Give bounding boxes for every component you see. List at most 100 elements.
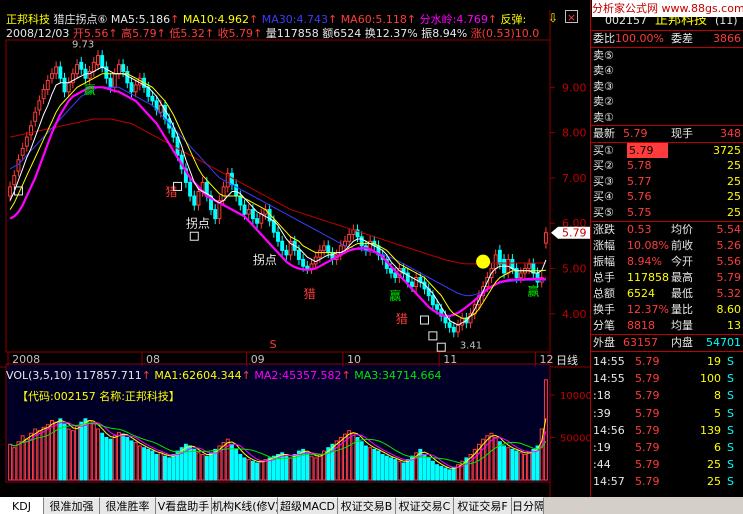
volume-bar bbox=[514, 450, 519, 481]
price-tick-label: 4.00 bbox=[562, 308, 587, 321]
candle-body bbox=[8, 186, 13, 197]
weicha-label: 委差 bbox=[671, 32, 693, 45]
bid-price: 5.75 bbox=[627, 205, 652, 219]
candle-body bbox=[309, 263, 314, 269]
volume-bar bbox=[405, 459, 410, 481]
volume-bar bbox=[150, 450, 155, 481]
candle-body bbox=[435, 304, 440, 310]
candle-body bbox=[196, 190, 201, 206]
tab-8[interactable]: 权证交易F bbox=[454, 497, 512, 514]
volume-bar bbox=[401, 462, 406, 481]
waipan-row: 外盘 63157 内盘 54701 bbox=[593, 335, 743, 350]
weibi-row: 委比 100.00% 委差 3866 bbox=[593, 31, 743, 46]
price-tick-label: 5.00 bbox=[562, 262, 587, 275]
candle-body bbox=[137, 77, 142, 86]
divider bbox=[591, 351, 743, 352]
candle-body bbox=[116, 64, 121, 75]
candle-body bbox=[20, 147, 25, 156]
square-marker bbox=[189, 231, 199, 241]
candle-body bbox=[322, 245, 327, 251]
tick-time: 14:57 bbox=[593, 475, 625, 489]
volume-bar bbox=[87, 420, 92, 481]
volume-bar bbox=[200, 454, 205, 481]
bid-volume: 3725 bbox=[713, 144, 741, 157]
tab-2[interactable]: 很准胜率 bbox=[100, 497, 156, 514]
volume-bar bbox=[158, 452, 163, 481]
volume-bar bbox=[527, 451, 532, 481]
bid-price: 5.77 bbox=[627, 174, 652, 188]
win-marker: 赢 bbox=[389, 288, 401, 303]
volume-bar bbox=[531, 448, 536, 481]
stat-label: 分笔 bbox=[593, 319, 615, 332]
volume-bar bbox=[234, 448, 239, 481]
stat-value: 10.08% bbox=[627, 239, 669, 252]
volume-bar bbox=[24, 438, 29, 481]
volume-bar bbox=[104, 437, 109, 481]
tick-volume: 139 bbox=[700, 423, 721, 437]
tab-9[interactable]: 日分隔线 bbox=[512, 497, 544, 514]
volume-bar bbox=[543, 379, 548, 481]
stat-label: 前收 bbox=[671, 239, 693, 252]
candle-body bbox=[158, 104, 163, 113]
volume-bar bbox=[393, 459, 398, 481]
tick-volume: 6 bbox=[714, 441, 721, 454]
tick-flag: S bbox=[727, 372, 734, 386]
stat-label: 总额 bbox=[593, 287, 615, 300]
volume-bar bbox=[163, 455, 167, 481]
candle-body bbox=[62, 77, 67, 93]
tab-6[interactable]: 权证交易B bbox=[338, 497, 396, 514]
volume-bar bbox=[523, 454, 527, 481]
candle-body bbox=[543, 232, 548, 244]
candle-body bbox=[250, 209, 255, 220]
bid-label: 买⑤ bbox=[593, 205, 614, 219]
tab-3[interactable]: V看盘助手 bbox=[156, 497, 212, 514]
candle-body bbox=[255, 218, 260, 224]
candle-body bbox=[347, 234, 352, 242]
ask-row: 卖③ bbox=[593, 79, 743, 94]
volume-bar bbox=[439, 465, 444, 481]
candle-body bbox=[79, 61, 84, 70]
stat-label: 振幅 bbox=[593, 255, 615, 268]
candle-body bbox=[246, 209, 251, 215]
stat-value: 6524 bbox=[627, 287, 655, 300]
tick-time: :18 bbox=[593, 389, 611, 403]
bid-price: 5.79 bbox=[627, 143, 668, 158]
tick-flag: S bbox=[727, 475, 734, 489]
volume-bar bbox=[204, 455, 209, 481]
candle-body bbox=[296, 249, 301, 260]
ask-row: 卖① bbox=[593, 110, 743, 125]
tick-row: 14:55 5.79 19 S bbox=[593, 354, 743, 369]
volume-bar bbox=[435, 464, 440, 481]
volume-bar bbox=[422, 454, 427, 481]
tick-row: :18 5.79 8 S bbox=[593, 388, 743, 403]
tick-flag: S bbox=[727, 423, 734, 437]
tick-time: 14:56 bbox=[593, 423, 625, 437]
candle-body bbox=[389, 267, 393, 274]
volume-bar bbox=[380, 454, 385, 481]
max-price-label: 9.73 bbox=[72, 39, 94, 50]
tick-row: 14:57 5.79 25 S bbox=[593, 474, 743, 489]
weibi-value: 100.00% bbox=[615, 32, 664, 45]
volume-bar bbox=[8, 443, 13, 481]
latest-label: 最新 bbox=[593, 127, 615, 140]
tab-4[interactable]: 机构K线(修V) bbox=[212, 497, 278, 514]
price-tick-label: 9.00 bbox=[562, 81, 587, 94]
candle-body bbox=[493, 254, 498, 269]
tab-1[interactable]: 很准加强 bbox=[44, 497, 100, 514]
ask-label: 卖① bbox=[593, 110, 614, 124]
price-tick-label: 7.00 bbox=[562, 172, 587, 185]
candle-body bbox=[133, 84, 138, 93]
tab-5[interactable]: 超级MACD bbox=[278, 497, 338, 514]
tick-flag: S bbox=[727, 355, 734, 368]
volume-bar bbox=[309, 455, 314, 481]
tab-7[interactable]: 权证交易C bbox=[396, 497, 454, 514]
kline-chart[interactable]: 正邦科技 猎庄拐点⑥ MA5:5.186↑ MA10:4.962↑ MA30:4… bbox=[0, 0, 590, 500]
watershed-line bbox=[9, 86, 546, 318]
last-price-value: 5.79 bbox=[562, 227, 587, 240]
tab-0[interactable]: KDJ bbox=[0, 497, 44, 514]
stat-label: 最高 bbox=[671, 271, 693, 284]
tick-row: :44 5.79 25 S bbox=[593, 457, 743, 472]
volume-bar bbox=[183, 443, 188, 481]
period-tab[interactable]: 日线 bbox=[556, 354, 578, 367]
volume-tick-label: 50000 bbox=[560, 434, 590, 445]
